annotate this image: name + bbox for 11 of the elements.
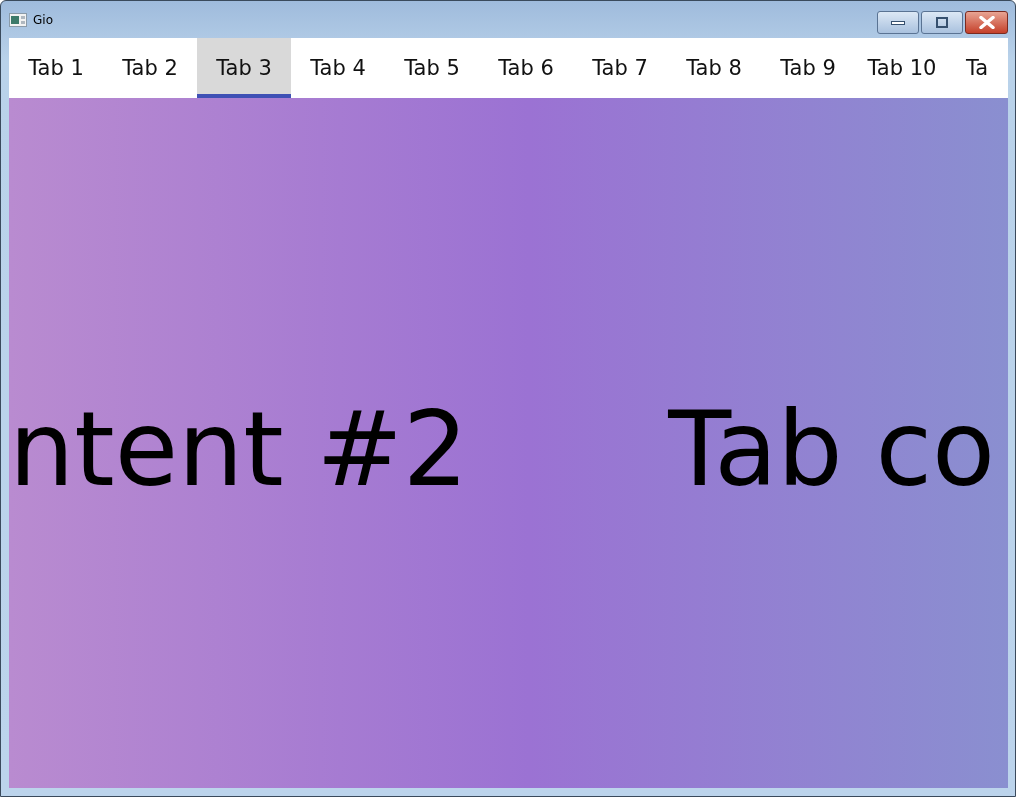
tab[interactable]: Tab 3 [197,38,291,98]
maximize-button[interactable] [921,11,963,34]
minimize-icon [891,19,905,26]
minimize-button[interactable] [877,11,919,34]
tab-content-text: ntent #2 [9,389,469,509]
window-title: Gio [33,12,53,27]
maximize-icon [936,17,948,28]
tab-content-text: Tab co [668,389,996,509]
app-icon [9,12,27,27]
close-icon [978,16,995,29]
close-button[interactable] [965,11,1008,34]
